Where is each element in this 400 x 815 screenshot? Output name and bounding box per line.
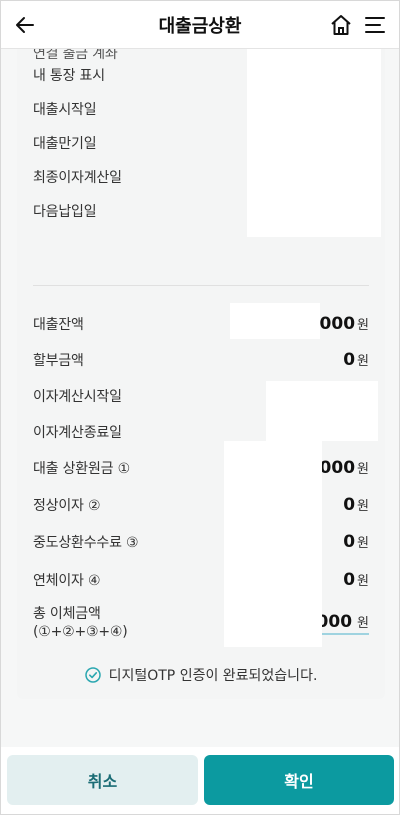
loan-maturity-date-label: 대출만기일 [33,136,97,152]
loan-balance-value: ,000 원 [313,314,369,334]
redacted-area [266,381,378,441]
redacted-area [230,303,320,339]
app-header: 대출금상환 [1,1,399,49]
currency-unit: 원 [357,462,369,477]
loan-start-date-label: 대출시작일 [33,102,97,118]
currency-unit: 원 [357,354,369,369]
overdue-interest-label: 연체이자 ④ [33,573,101,589]
prepayment-fee-value: 0 원 [343,532,369,552]
installment-amount: 0 [343,350,356,370]
overdue-interest-value: 0 원 [343,570,369,590]
action-footer: 취소 확인 [1,747,399,814]
total-transfer-label-line2: (①+②+③+④) [33,624,128,640]
total-transfer-label-line1: 총 이체금액 [33,606,101,622]
hamburger-menu-icon [365,17,385,33]
currency-unit: 원 [357,499,369,514]
home-icon [331,15,351,35]
cancel-button[interactable]: 취소 [7,755,198,805]
principal-label: 대출 상환원금 ① [33,461,130,477]
otp-status-box: 디지털OTP 인증이 완료되었습니다. [17,651,385,699]
installment-value: 0 원 [343,350,369,370]
installment-label: 할부금액 [33,353,84,369]
currency-unit: 원 [357,318,369,333]
redacted-area [224,441,322,647]
menu-button[interactable] [363,13,387,37]
check-circle-icon [84,667,101,683]
loan-balance-label: 대출잔액 [33,317,84,333]
currency-unit: 원 [357,615,369,631]
total-transfer-label: 총 이체금액 (①+②+③+④) [33,605,128,641]
app-screen: 대출금상환 연결 출금 계좌 내 통장 표시 대출시작일 대출만기일 최종이자계… [0,0,400,815]
home-button[interactable] [329,13,353,37]
confirm-button[interactable]: 확인 [204,755,394,805]
cut-off-row-label: 연결 출금 계좌 [33,49,118,62]
normal-interest-amount: 0 [343,495,356,515]
normal-interest-value: 0 원 [343,495,369,515]
prepayment-fee-label: 중도상환수수료 ③ [33,535,139,551]
installment-row: 할부금액 0 원 [33,347,369,373]
content-area[interactable]: 연결 출금 계좌 내 통장 표시 대출시작일 대출만기일 최종이자계산일 다음납… [1,35,399,749]
loan-detail-card: 연결 출금 계좌 내 통장 표시 대출시작일 대출만기일 최종이자계산일 다음납… [17,35,385,669]
prepayment-fee-amount: 0 [343,532,356,552]
interest-start-label: 이자계산시작일 [33,389,122,405]
normal-interest-label: 정상이자 ② [33,498,101,514]
total-transfer-value: 000 원 [316,612,369,635]
section-divider [33,285,369,286]
account-display-label: 내 통장 표시 [33,68,105,84]
last-interest-date-label: 최종이자계산일 [33,170,122,186]
currency-unit: 원 [357,574,369,589]
next-payment-date-label: 다음납입일 [33,204,97,220]
redacted-area [247,49,381,237]
interest-end-label: 이자계산종료일 [33,425,122,441]
currency-unit: 원 [357,536,369,551]
otp-status-message: 디지털OTP 인증이 완료되었습니다. [108,668,318,684]
overdue-interest-amount: 0 [343,570,356,590]
